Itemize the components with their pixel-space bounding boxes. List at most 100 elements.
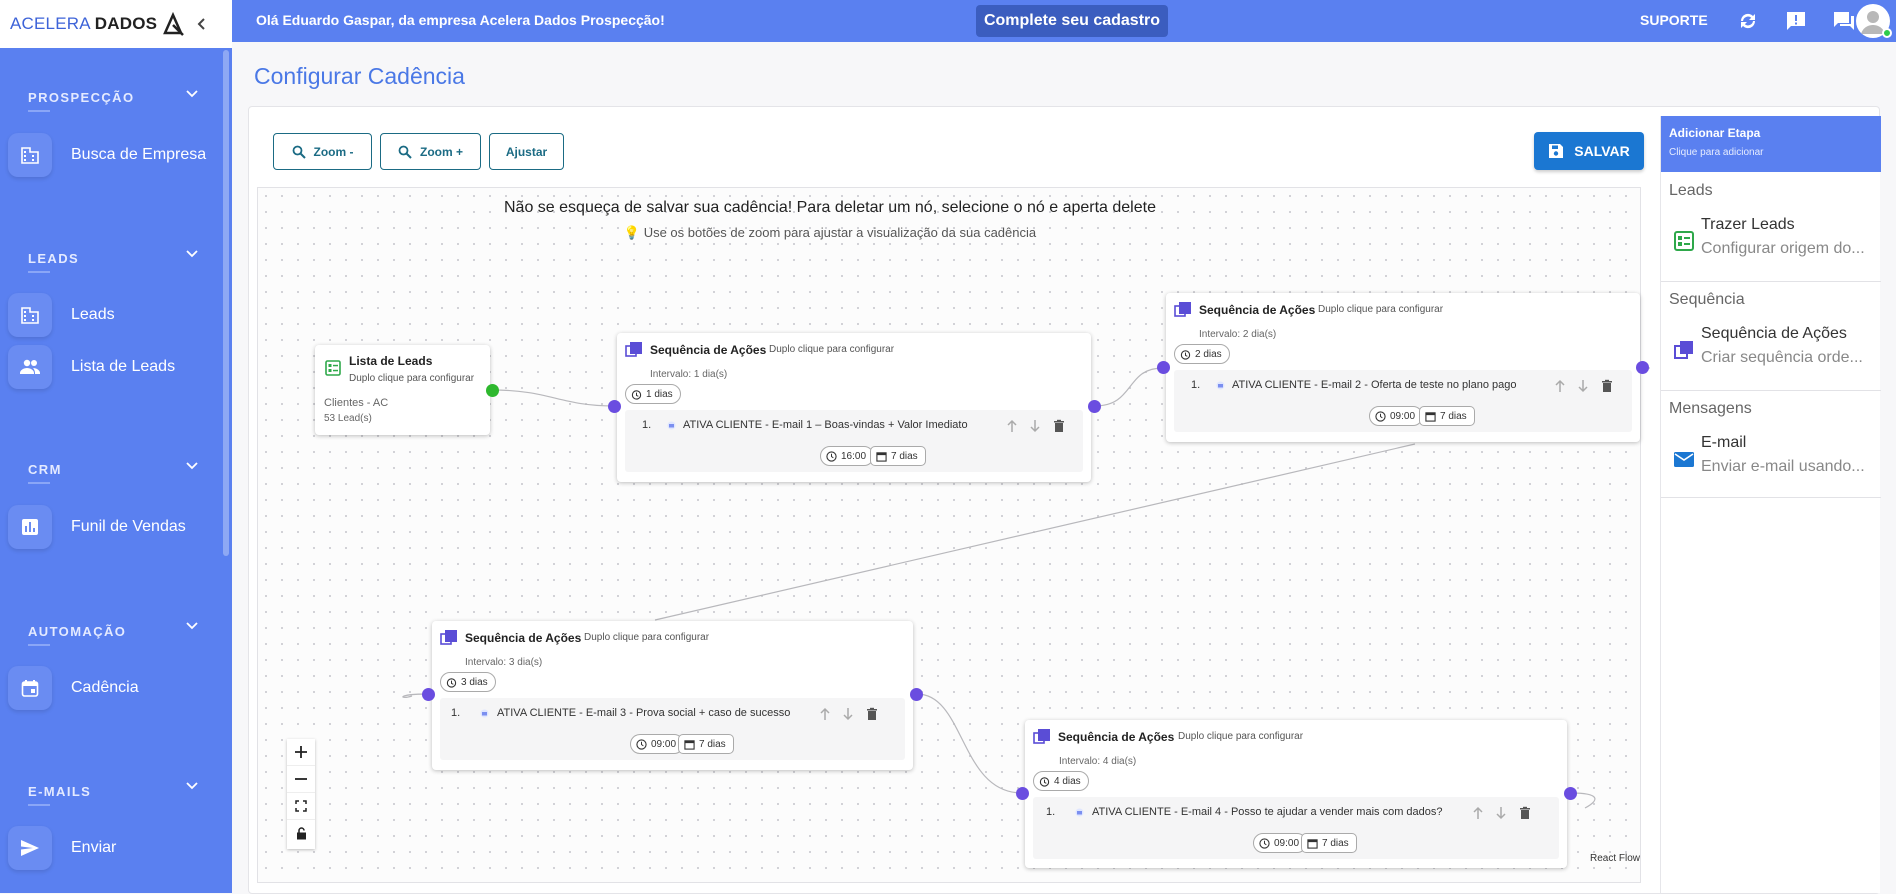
flow-controls <box>287 739 315 849</box>
calendar-icon <box>876 451 887 462</box>
stack-icon <box>1174 302 1191 317</box>
arrow-down-icon[interactable] <box>840 706 856 722</box>
action-number: 1. <box>451 707 461 719</box>
panel-header-subtitle: Clique para adicionar <box>1669 147 1764 158</box>
mail-icon <box>1674 452 1694 467</box>
divider <box>1661 497 1881 498</box>
clock-icon <box>1375 410 1386 422</box>
action-item[interactable]: 1. ATIVA CLIENTE - E-mail 2 - Oferta de … <box>1174 370 1632 432</box>
stack-icon <box>1674 341 1693 359</box>
action-text: ATIVA CLIENTE - E-mail 4 - Posso te ajud… <box>1092 806 1443 818</box>
arrow-up-icon[interactable] <box>1004 418 1020 434</box>
sequence-input-handle[interactable] <box>422 688 435 701</box>
interval-chip: 1 dias <box>625 384 681 404</box>
node-title: Sequência de Ações <box>1058 730 1175 744</box>
action-text: ATIVA CLIENTE - E-mail 3 - Prova social … <box>497 707 791 719</box>
arrow-up-icon[interactable] <box>1470 805 1486 821</box>
edge-seq1-to-seq2 <box>1094 367 1164 407</box>
lock-icon <box>296 827 306 840</box>
lead-list-node[interactable]: Lista de Leads Duplo clique para configu… <box>315 345 490 435</box>
panel-item-title: Sequência de Ações <box>1701 325 1847 342</box>
arrow-up-icon[interactable] <box>817 706 833 722</box>
calendar-icon <box>1307 838 1318 849</box>
email-icon <box>1216 381 1225 390</box>
node-subtitle: Duplo clique para configurar <box>1178 731 1304 742</box>
clock-icon <box>636 738 647 750</box>
arrow-down-icon[interactable] <box>1575 378 1591 394</box>
trash-icon[interactable] <box>1517 805 1533 821</box>
trash-icon[interactable] <box>864 706 880 722</box>
action-text: ATIVA CLIENTE - E-mail 1 – Boas-vindas +… <box>683 419 968 431</box>
sequence-node[interactable]: Sequência de Ações Duplo clique para con… <box>617 333 1091 482</box>
sequence-input-handle[interactable] <box>608 400 621 413</box>
arrow-down-icon[interactable] <box>1027 418 1043 434</box>
action-number: 1. <box>642 419 652 431</box>
fit-view-control[interactable] <box>287 793 315 820</box>
panel-item-sequencia-de-acoes[interactable]: Sequência de Ações Criar sequência orde.… <box>1661 325 1881 383</box>
sequence-node[interactable]: Sequência de Ações Duplo clique para con… <box>1025 720 1567 868</box>
lead-list-icon <box>325 360 341 376</box>
lead-node-output-handle[interactable] <box>486 384 499 397</box>
days-chip: 7 dias <box>1301 833 1357 853</box>
action-item[interactable]: 1. ATIVA CLIENTE - E-mail 4 - Posso te a… <box>1033 797 1559 859</box>
time-chip: 09:00 <box>1369 406 1424 426</box>
sequence-output-handle[interactable] <box>1636 361 1649 374</box>
edge-leads-to-seq1 <box>491 389 615 407</box>
add-step-panel: Adicionar Etapa Clique para adicionar Le… <box>1660 116 1881 893</box>
calendar-icon <box>684 739 695 750</box>
arrow-up-icon[interactable] <box>1552 378 1568 394</box>
minus-icon <box>295 778 307 780</box>
action-text: ATIVA CLIENTE - E-mail 2 - Oferta de tes… <box>1232 379 1517 391</box>
add-step-header[interactable]: Adicionar Etapa Clique para adicionar <box>1661 116 1881 172</box>
interval-chip: 4 dias <box>1033 771 1089 791</box>
panel-item-email[interactable]: E-mail Enviar e-mail usando... <box>1661 434 1881 492</box>
timer-icon <box>1180 349 1191 360</box>
email-icon <box>1075 808 1084 817</box>
node-title: Sequência de Ações <box>465 631 582 645</box>
lead-list-icon <box>1674 231 1694 251</box>
node-subtitle: Duplo clique para configurar <box>1318 304 1444 315</box>
trash-icon[interactable] <box>1051 418 1067 434</box>
interval-text: Intervalo: 3 dia(s) <box>465 657 543 668</box>
panel-item-trazer-leads[interactable]: Trazer Leads Configurar origem do... <box>1661 216 1881 274</box>
panel-item-title: Trazer Leads <box>1701 216 1795 233</box>
panel-item-description: Criar sequência orde... <box>1701 349 1863 366</box>
lock-control[interactable] <box>287 820 315 847</box>
timer-icon <box>631 389 642 400</box>
sequence-node[interactable]: Sequência de Ações Duplo clique para con… <box>1166 293 1640 442</box>
stack-icon <box>440 630 457 645</box>
interval-chip: 2 dias <box>1174 344 1230 364</box>
node-title: Sequência de Ações <box>1199 303 1316 317</box>
sequence-input-handle[interactable] <box>1157 361 1170 374</box>
plus-icon <box>295 746 307 758</box>
sequence-output-handle[interactable] <box>1564 787 1577 800</box>
zoom-in-control[interactable] <box>287 739 315 766</box>
clock-icon <box>1259 837 1270 849</box>
time-chip: 16:00 <box>820 446 875 466</box>
action-item[interactable]: 1. ATIVA CLIENTE - E-mail 3 - Prova soci… <box>440 698 905 760</box>
action-item[interactable]: 1. ATIVA CLIENTE - E-mail 1 – Boas-vinda… <box>625 410 1083 472</box>
lead-list-name: Clientes - AC <box>324 397 389 409</box>
panel-item-description: Configurar origem do... <box>1701 240 1865 257</box>
sequence-output-handle[interactable] <box>910 688 923 701</box>
sequence-input-handle[interactable] <box>1016 787 1029 800</box>
interval-chip: 3 dias <box>440 672 496 692</box>
arrow-down-icon[interactable] <box>1493 805 1509 821</box>
divider <box>1661 281 1881 282</box>
action-number: 1. <box>1191 379 1201 391</box>
trash-icon[interactable] <box>1599 378 1615 394</box>
node-title: Lista de Leads <box>349 354 433 368</box>
lead-count: 53 Lead(s) <box>324 413 372 424</box>
interval-text: Intervalo: 4 dia(s) <box>1059 756 1137 767</box>
node-subtitle: Duplo clique para configurar <box>584 632 710 643</box>
react-flow-attribution[interactable]: React Flow <box>1590 853 1640 864</box>
fullscreen-icon <box>295 800 307 812</box>
zoom-out-control[interactable] <box>287 766 315 793</box>
sequence-output-handle[interactable] <box>1088 400 1101 413</box>
days-chip: 7 dias <box>1419 406 1475 426</box>
panel-item-description: Enviar e-mail usando... <box>1701 458 1865 475</box>
sequence-node[interactable]: Sequência de Ações Duplo clique para con… <box>432 621 913 770</box>
interval-text: Intervalo: 1 dia(s) <box>650 369 728 380</box>
interval-text: Intervalo: 2 dia(s) <box>1199 329 1277 340</box>
time-chip: 09:00 <box>630 734 685 754</box>
